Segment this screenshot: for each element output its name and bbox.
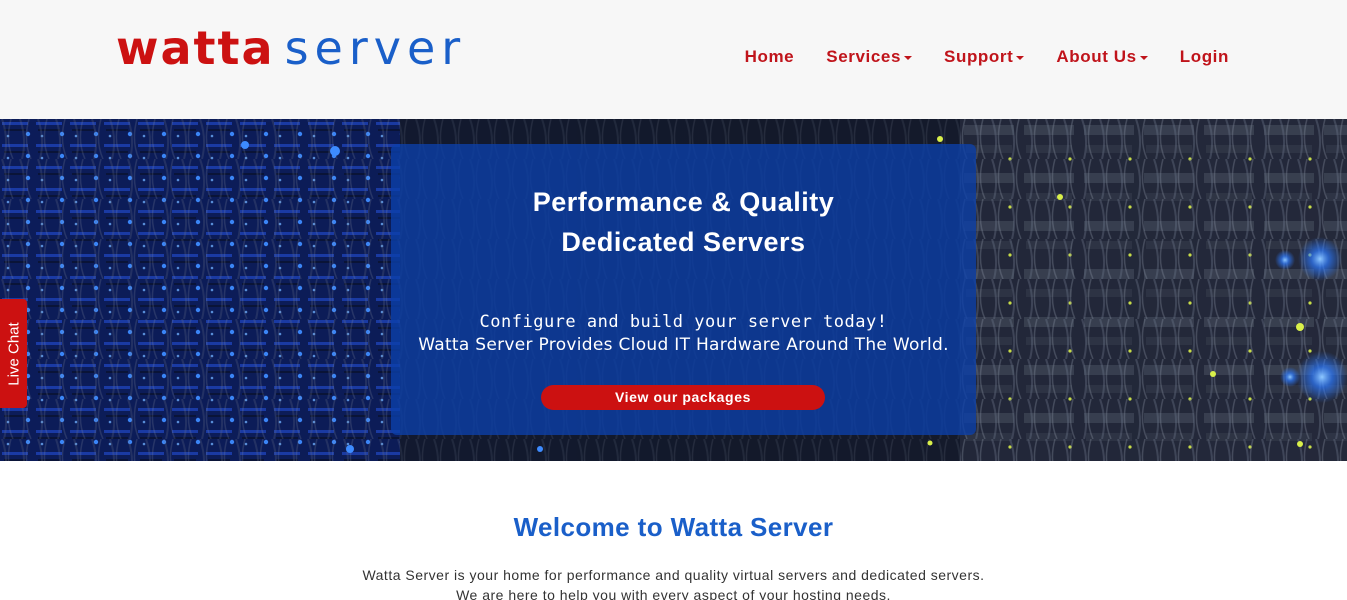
nav-login-label: Login	[1179, 47, 1229, 66]
nav-support-label: Support	[944, 47, 1014, 66]
hero-subtitle: Configure and build your server today!	[479, 312, 888, 332]
nav-login[interactable]: Login	[1180, 45, 1229, 69]
nav-home-label: Home	[744, 47, 795, 66]
logo-text-server: server	[284, 21, 467, 75]
logo-text-watta: watta	[116, 21, 275, 75]
welcome-heading: Welcome to Watta Server	[513, 512, 834, 542]
nav-services-label: Services	[826, 47, 902, 66]
hero-description: Watta Server Provides Cloud IT Hardware …	[418, 335, 949, 355]
nav-about-us-label: About Us	[1056, 47, 1137, 66]
hero-title-line-2: Dedicated Servers	[561, 227, 806, 257]
hero-title: Performance & Quality Dedicated Servers	[391, 182, 976, 262]
site-header: watta server Home Services Support About…	[0, 0, 1347, 119]
nav-home[interactable]: Home	[745, 45, 795, 69]
nav-about-us[interactable]: About Us	[1056, 45, 1148, 69]
live-chat-tab[interactable]: Live Chat	[0, 299, 27, 408]
caret-down-icon	[1139, 56, 1148, 60]
welcome-text-line-2: We are here to help you with every aspec…	[456, 587, 891, 600]
welcome-text: Watta Server is your home for performanc…	[0, 565, 1347, 600]
hero-title-line-1: Performance & Quality	[532, 187, 835, 217]
live-chat-label: Live Chat	[5, 321, 22, 386]
caret-down-icon	[1016, 56, 1025, 60]
brand-logo[interactable]: watta server	[116, 22, 466, 74]
welcome-text-line-1: Watta Server is your home for performanc…	[362, 567, 985, 583]
nav-support[interactable]: Support	[944, 45, 1025, 69]
main-nav: Home Services Support About Us Login	[713, 45, 1229, 69]
hero-banner: Performance & Quality Dedicated Servers …	[0, 119, 1347, 461]
hero-callout-panel: Performance & Quality Dedicated Servers …	[391, 144, 976, 435]
nav-services[interactable]: Services	[826, 45, 913, 69]
view-packages-button[interactable]: View our packages	[541, 385, 825, 410]
caret-down-icon	[904, 56, 913, 60]
